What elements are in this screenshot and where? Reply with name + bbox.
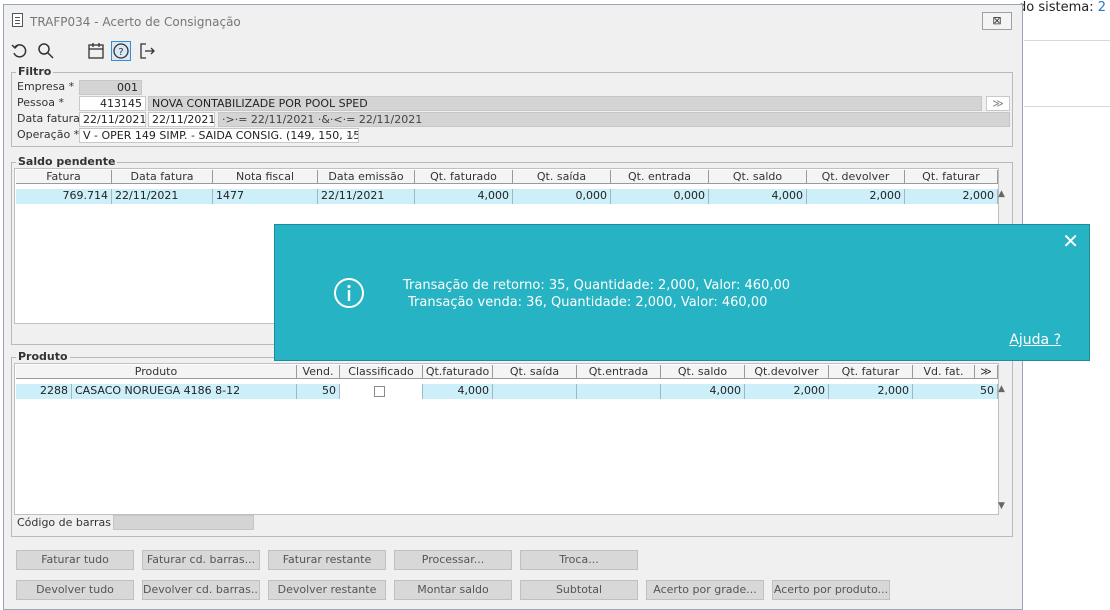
data-fatura-label: Data fatura bbox=[17, 112, 80, 125]
cell-qt-saida: 0,000 bbox=[513, 189, 611, 204]
notification-line-1: Transação de retorno: 35, Quantidade: 2,… bbox=[403, 278, 791, 293]
saldo-header[interactable]: Qt. saldo bbox=[709, 170, 807, 184]
notification-line-2: Transação venda: 36, Quantidade: 2,000, … bbox=[408, 295, 768, 310]
saldo-header[interactable]: Qt. saída bbox=[513, 170, 611, 184]
cell-qt-devolver: 2,000 bbox=[807, 189, 905, 204]
data-to-field[interactable]: 22/11/2021 bbox=[148, 112, 215, 127]
saldo-header[interactable]: Data fatura bbox=[112, 170, 213, 184]
produto-header[interactable]: Qt. saída bbox=[493, 365, 577, 379]
cell-qt-faturar: 2,000 bbox=[829, 384, 913, 399]
produto-header[interactable]: Qt.devolver bbox=[745, 365, 829, 379]
saldo-header[interactable]: Nota fiscal bbox=[213, 170, 318, 184]
processar-button[interactable]: Processar... bbox=[394, 550, 512, 570]
produto-header[interactable]: Qt. faturar bbox=[829, 365, 913, 379]
pessoa-label: Pessoa * bbox=[17, 96, 64, 109]
cell-fatura: 769.714 bbox=[16, 189, 112, 204]
lookup-button[interactable]: ≫ bbox=[986, 96, 1010, 111]
produto-header[interactable]: Qt. saldo bbox=[661, 365, 745, 379]
search-icon[interactable] bbox=[36, 41, 56, 61]
cell-produto-code: 2288 bbox=[16, 384, 72, 399]
saldo-title: Saldo pendente bbox=[16, 155, 118, 168]
devolver-cd-barras-button[interactable]: Devolver cd. barras... bbox=[142, 580, 260, 600]
empresa-field[interactable]: 001 bbox=[79, 80, 142, 95]
scroll-up-icon[interactable]: ▲ bbox=[998, 189, 1005, 199]
cell-data-emissao: 22/11/2021 bbox=[318, 189, 415, 204]
cell-vd-fat: 50 bbox=[913, 384, 998, 399]
cell-qt-faturado: 4,000 bbox=[415, 189, 513, 204]
scroll-down-icon[interactable]: ▼ bbox=[998, 501, 1005, 511]
classificado-checkbox[interactable] bbox=[374, 386, 385, 397]
cell-qt-saida bbox=[493, 384, 577, 399]
info-icon bbox=[334, 278, 364, 308]
troca-button[interactable]: Troca... bbox=[520, 550, 638, 570]
cell-qt-entrada: 0,000 bbox=[611, 189, 709, 204]
produto-header[interactable]: Produto bbox=[16, 365, 297, 379]
scroll-up-icon[interactable]: ▲ bbox=[998, 384, 1005, 394]
undo-icon[interactable] bbox=[10, 41, 30, 61]
help-link[interactable]: Ajuda ? bbox=[1009, 332, 1061, 348]
devolver-tudo-button[interactable]: Devolver tudo bbox=[16, 580, 134, 600]
saldo-header[interactable]: Qt. faturar bbox=[905, 170, 998, 184]
info-notification: ✕ Transação de retorno: 35, Quantidade: … bbox=[274, 224, 1090, 361]
cell-qt-entrada bbox=[577, 384, 661, 399]
cell-qt-faturado: 4,000 bbox=[423, 384, 493, 399]
cell-qt-saldo: 4,000 bbox=[661, 384, 745, 399]
saldo-header[interactable]: Qt. entrada bbox=[611, 170, 709, 184]
chevron-down-icon: ⌵ bbox=[346, 129, 355, 142]
svg-text:?: ? bbox=[118, 47, 123, 58]
operacao-label: Operação * bbox=[17, 128, 80, 141]
faturar-cd-barras-button[interactable]: Faturar cd. barras... bbox=[142, 550, 260, 570]
saldo-header[interactable]: Fatura bbox=[16, 170, 112, 184]
cell-qt-faturar: 2,000 bbox=[905, 189, 998, 204]
window-title: TRAFP034 - Acerto de Consignação bbox=[30, 15, 241, 29]
data-range-field: ·>·= 22/11/2021 ·&·<·= 22/11/2021 bbox=[218, 112, 1010, 127]
pessoa-code-field[interactable]: 413145 bbox=[79, 96, 146, 111]
cell-nota-fiscal: 1477 bbox=[213, 189, 318, 204]
devolver-restante-button[interactable]: Devolver restante bbox=[268, 580, 386, 600]
saldo-header[interactable]: Qt. devolver bbox=[807, 170, 905, 184]
acerto-por-grade-button[interactable]: Acerto por grade... bbox=[646, 580, 764, 600]
cell-qt-devolver: 2,000 bbox=[745, 384, 829, 399]
produto-header[interactable]: Vend. bbox=[297, 365, 340, 379]
columns-icon[interactable]: ≫ bbox=[975, 365, 998, 379]
help-icon[interactable]: ? bbox=[111, 41, 131, 61]
faturar-tudo-button[interactable]: Faturar tudo bbox=[16, 550, 134, 570]
barcode-field[interactable] bbox=[113, 515, 254, 530]
close-button[interactable]: ⊠ bbox=[982, 12, 1012, 30]
produto-header[interactable]: Qt.entrada bbox=[577, 365, 661, 379]
calendar-icon[interactable] bbox=[86, 41, 106, 61]
produto-title: Produto bbox=[16, 350, 70, 363]
operacao-select[interactable]: V - OPER 149 SIMP. - SAIDA CONSIG. (149,… bbox=[79, 128, 359, 143]
cell-classificado bbox=[340, 384, 423, 399]
cell-qt-saldo: 4,000 bbox=[709, 189, 807, 204]
background-status: do sistema: 2 bbox=[1018, 0, 1107, 15]
produto-header[interactable]: Classificado bbox=[340, 365, 423, 379]
produto-header[interactable]: Vd. fat. bbox=[913, 365, 975, 379]
document-icon bbox=[12, 13, 23, 27]
cell-produto-name: CASACO NORUEGA 4186 8-12 bbox=[72, 384, 297, 399]
cell-data-fatura: 22/11/2021 bbox=[112, 189, 213, 204]
empresa-label: Empresa * bbox=[17, 80, 75, 93]
montar-saldo-button[interactable]: Montar saldo bbox=[394, 580, 512, 600]
barcode-label: Código de barras bbox=[17, 516, 111, 529]
data-from-field[interactable]: 22/11/2021 bbox=[79, 112, 146, 127]
acerto-por-produto-button[interactable]: Acerto por produto... bbox=[772, 580, 890, 600]
subtotal-button[interactable]: Subtotal bbox=[520, 580, 638, 600]
cell-vend: 50 bbox=[297, 384, 340, 399]
operacao-value: V - OPER 149 SIMP. - SAIDA CONSIG. (149,… bbox=[83, 129, 359, 142]
produto-header[interactable]: Qt.faturado bbox=[423, 365, 493, 379]
filter-title: Filtro bbox=[16, 65, 54, 78]
exit-icon[interactable] bbox=[137, 41, 157, 61]
saldo-header[interactable]: Qt. faturado bbox=[415, 170, 513, 184]
saldo-header[interactable]: Data emissão bbox=[318, 170, 415, 184]
filter-group: Filtro Empresa * 001 Pessoa * 413145 NOV… bbox=[11, 65, 1013, 147]
pessoa-name-field: NOVA CONTABILIZADE POR POOL SPED bbox=[148, 96, 982, 111]
produto-grid: Produto Vend. Classificado Qt.faturado Q… bbox=[14, 363, 999, 515]
close-icon[interactable]: ✕ bbox=[1062, 231, 1079, 251]
faturar-restante-button[interactable]: Faturar restante bbox=[268, 550, 386, 570]
title-bar: TRAFP034 - Acerto de Consignação ⊠ bbox=[4, 5, 1022, 35]
